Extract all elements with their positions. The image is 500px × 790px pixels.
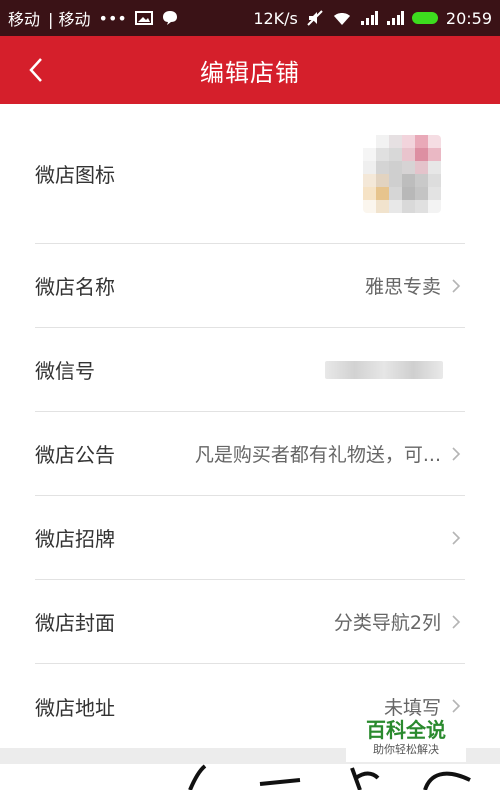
row-wechat-id[interactable]: 微信号	[35, 328, 465, 412]
clock: 20:59	[445, 8, 492, 28]
back-arrow-icon[interactable]	[20, 54, 52, 86]
image-icon	[134, 10, 153, 26]
chevron-right-icon	[451, 446, 465, 462]
carrier-label-2: | 移动	[48, 10, 91, 29]
row-value: 未填写	[383, 696, 441, 719]
row-label: 微店招牌	[35, 527, 115, 551]
row-label: 微店地址	[35, 695, 115, 720]
chevron-right-icon	[451, 530, 465, 546]
store-settings-list: 微店图标 微店名称 雅思专卖 微信号 微店公告 凡是购买者都有礼物送，可... …	[0, 104, 500, 748]
store-logo-image	[363, 134, 441, 213]
more-dots: •••	[98, 8, 127, 28]
status-bar: 移动 | 移动 ••• 12K/s 20:59	[0, 0, 500, 36]
network-speed: 12K/s	[253, 8, 298, 28]
mute-icon	[306, 10, 324, 26]
chat-bubble-icon	[161, 9, 179, 27]
row-label: 微信号	[35, 359, 95, 383]
row-label: 微店封面	[35, 611, 115, 635]
page-title: 编辑店铺	[200, 58, 300, 87]
title-bar: 编辑店铺	[0, 36, 500, 104]
row-store-name[interactable]: 微店名称 雅思专卖	[35, 244, 465, 328]
row-store-signboard[interactable]: 微店招牌	[35, 496, 465, 580]
row-store-icon[interactable]: 微店图标	[35, 104, 465, 244]
chevron-right-icon	[451, 614, 465, 630]
row-store-cover[interactable]: 微店封面 分类导航2列	[35, 580, 465, 664]
row-label: 微店名称	[35, 275, 115, 299]
wechat-id-value-blurred	[325, 360, 443, 379]
handwritten-scribble	[188, 764, 471, 790]
watermark: 百科全说 助你轻松解决	[346, 718, 466, 762]
chevron-right-icon	[451, 278, 465, 294]
row-label: 微店公告	[35, 443, 115, 467]
row-value: 分类导航2列	[333, 612, 441, 634]
signal-icon	[360, 11, 378, 25]
watermark-subtitle: 助你轻松解决	[373, 743, 439, 756]
row-value: 雅思专卖	[364, 276, 441, 298]
row-store-notice[interactable]: 微店公告 凡是购买者都有礼物送，可...	[35, 412, 465, 496]
carrier-label-1: 移动	[8, 10, 41, 29]
wifi-icon	[332, 10, 352, 26]
row-label: 微店图标	[35, 163, 115, 187]
chevron-right-icon	[451, 698, 465, 714]
row-value: 凡是购买者都有礼物送，可...	[194, 444, 441, 466]
watermark-title: 百科全说	[366, 718, 446, 742]
signal-icon	[386, 11, 404, 25]
battery-icon	[411, 12, 438, 24]
